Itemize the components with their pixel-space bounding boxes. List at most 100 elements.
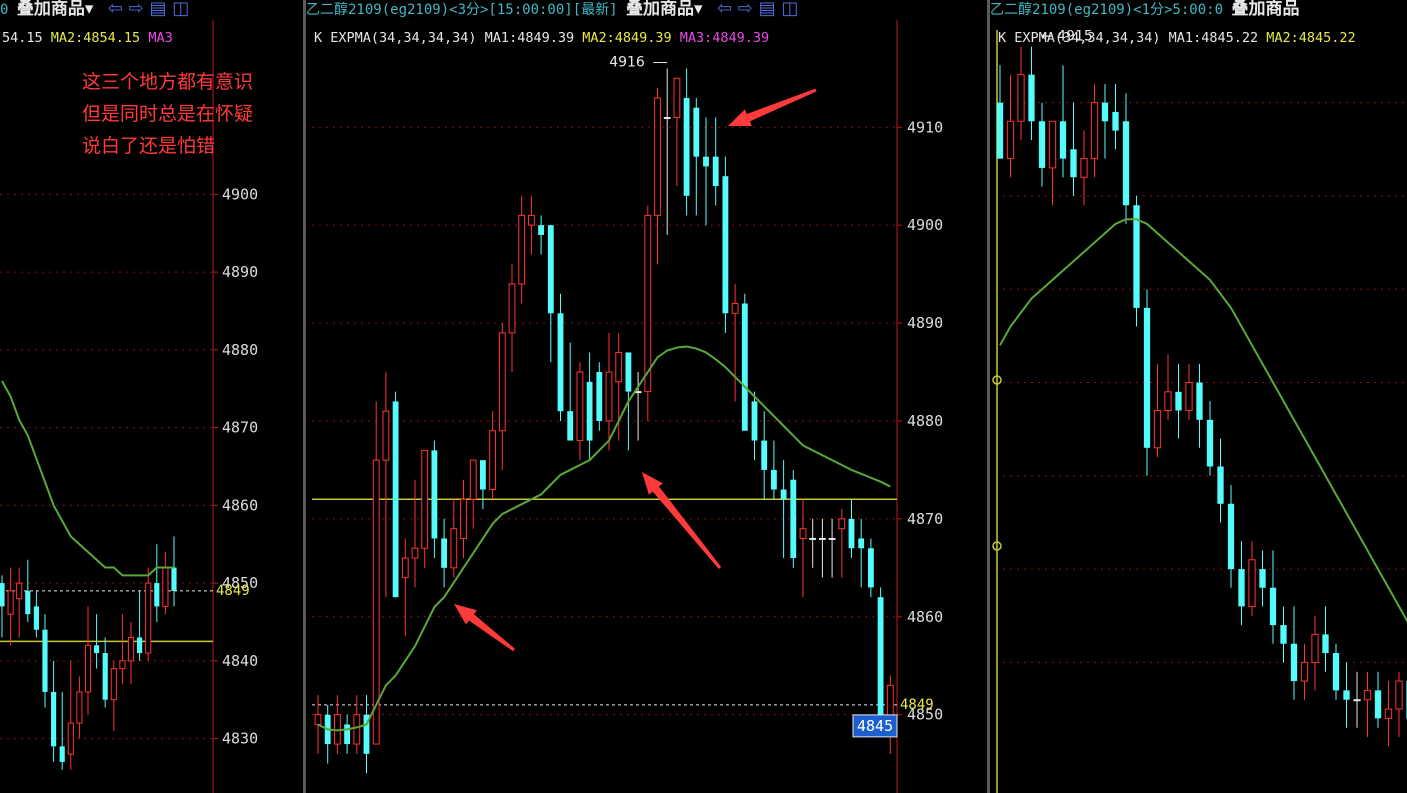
candle-body <box>799 528 807 539</box>
candle-body <box>634 391 642 394</box>
candle-body <box>1028 74 1035 122</box>
candle-body <box>567 411 574 441</box>
last-price-label: 4849 <box>900 697 934 713</box>
annotation-line-1: 这三个地方都有意识 <box>82 71 254 93</box>
candle-body <box>154 583 160 607</box>
candle-body <box>59 746 65 762</box>
candle-body <box>557 313 564 412</box>
y-tick-label: 4880 <box>907 412 943 430</box>
candle-body <box>344 724 351 745</box>
candle-body <box>770 469 777 490</box>
candle-body <box>94 645 100 654</box>
middle-chart-pane[interactable]: 乙二醇2109(eg2109)<3分>[15:00:00][最新] 叠加商品▾ … <box>306 0 987 793</box>
candle-body <box>722 176 729 314</box>
candle-body <box>1153 409 1162 449</box>
candle-body <box>51 691 57 747</box>
candle-body <box>162 567 169 607</box>
candle-body <box>547 225 554 314</box>
candle-body <box>828 537 836 540</box>
candle-body <box>1217 466 1224 504</box>
candle-body <box>1206 419 1214 467</box>
candle-body <box>84 644 92 693</box>
candle-body <box>145 582 152 654</box>
annotation-arrow <box>728 88 817 126</box>
candle-body <box>1070 149 1077 178</box>
candle-body <box>110 668 117 701</box>
candle-body <box>450 528 458 569</box>
candle-body <box>1259 569 1266 588</box>
candle-body <box>102 653 108 700</box>
candle-body <box>1090 102 1099 160</box>
candle-body <box>127 637 135 662</box>
candle-body <box>848 518 855 549</box>
candle-body <box>809 537 817 540</box>
y-tick-label: 4860 <box>907 608 943 626</box>
candle-body <box>498 332 506 432</box>
candle-body <box>411 547 419 559</box>
candle-body <box>1048 120 1057 169</box>
candle-body <box>751 401 758 441</box>
candle-body <box>527 214 535 226</box>
candle-body <box>314 714 322 725</box>
middle-candlestick-chart[interactable]: 4850486048704880489049004910484949164845 <box>306 0 987 793</box>
candle-body <box>460 498 467 539</box>
candle-body <box>867 548 874 588</box>
candle-body <box>693 107 700 157</box>
candle-body <box>1290 643 1298 682</box>
candle-body <box>790 479 797 559</box>
candle-body <box>508 283 516 334</box>
candle-body <box>741 303 748 431</box>
candle-body <box>1227 503 1235 570</box>
candle-body <box>1269 587 1277 626</box>
candle-body <box>42 629 48 692</box>
annotation-arrow <box>454 604 515 652</box>
y-tick-label: 4870 <box>222 419 258 437</box>
y-tick-label: 4900 <box>907 216 943 234</box>
candle-body <box>76 691 83 724</box>
candle-body <box>1322 634 1329 654</box>
candle-body <box>469 459 477 500</box>
expma-line <box>999 218 1407 623</box>
candle-body <box>1343 690 1350 700</box>
candle-body <box>996 102 1004 159</box>
annotation-note: 这三个地方都有意识 但是同时总是在怀疑 说白了还是怕错 <box>82 66 253 162</box>
candle-body <box>663 116 671 119</box>
candle-body <box>1311 633 1319 663</box>
candle-body <box>1238 569 1245 607</box>
candle-body <box>1080 158 1088 178</box>
candle-body <box>1164 391 1172 411</box>
candle-body <box>1332 653 1340 691</box>
last-price-label: 4849 <box>216 583 250 599</box>
candle-body <box>858 538 865 549</box>
annotation-line-3: 说白了还是怕错 <box>82 135 216 157</box>
candle-body <box>1185 382 1193 411</box>
candle-body <box>392 401 399 598</box>
candle-body <box>441 538 448 568</box>
right-chart-pane[interactable]: 乙二醇2109(eg2109)<1分>5:00:0 叠加商品 K EXPMA(3… <box>990 0 1407 793</box>
candle-body <box>33 606 39 630</box>
candle-body <box>1006 120 1015 160</box>
candle-body <box>1353 699 1361 702</box>
y-tick-label: 4830 <box>222 730 258 748</box>
candle-body <box>838 518 846 530</box>
candle-body <box>25 590 31 615</box>
left-chart-pane[interactable]: 0 叠加商品▾ ⇦ ⇨ ▤ ◫ 54.15 MA2:4854.15 MA3 48… <box>0 0 303 793</box>
candle-body <box>119 660 126 670</box>
max-price-label: ← 4915 <box>1041 29 1093 45</box>
candle-body <box>1101 102 1109 122</box>
candle-body <box>712 156 719 187</box>
candle-body <box>538 225 545 235</box>
candle-body <box>1280 625 1287 644</box>
candle-body <box>67 722 74 755</box>
y-tick-label: 4890 <box>907 314 943 332</box>
candle-body <box>731 302 739 314</box>
candle-body <box>353 714 361 745</box>
y-tick-label: 4870 <box>907 510 943 528</box>
candle-body <box>1384 708 1393 719</box>
y-tick-label: 4880 <box>222 341 258 359</box>
right-candlestick-chart[interactable]: ← 4915 <box>990 0 1407 793</box>
candle-body <box>1363 689 1372 701</box>
candle-body <box>479 460 486 490</box>
candle-body <box>761 440 768 470</box>
candle-body <box>0 583 5 607</box>
